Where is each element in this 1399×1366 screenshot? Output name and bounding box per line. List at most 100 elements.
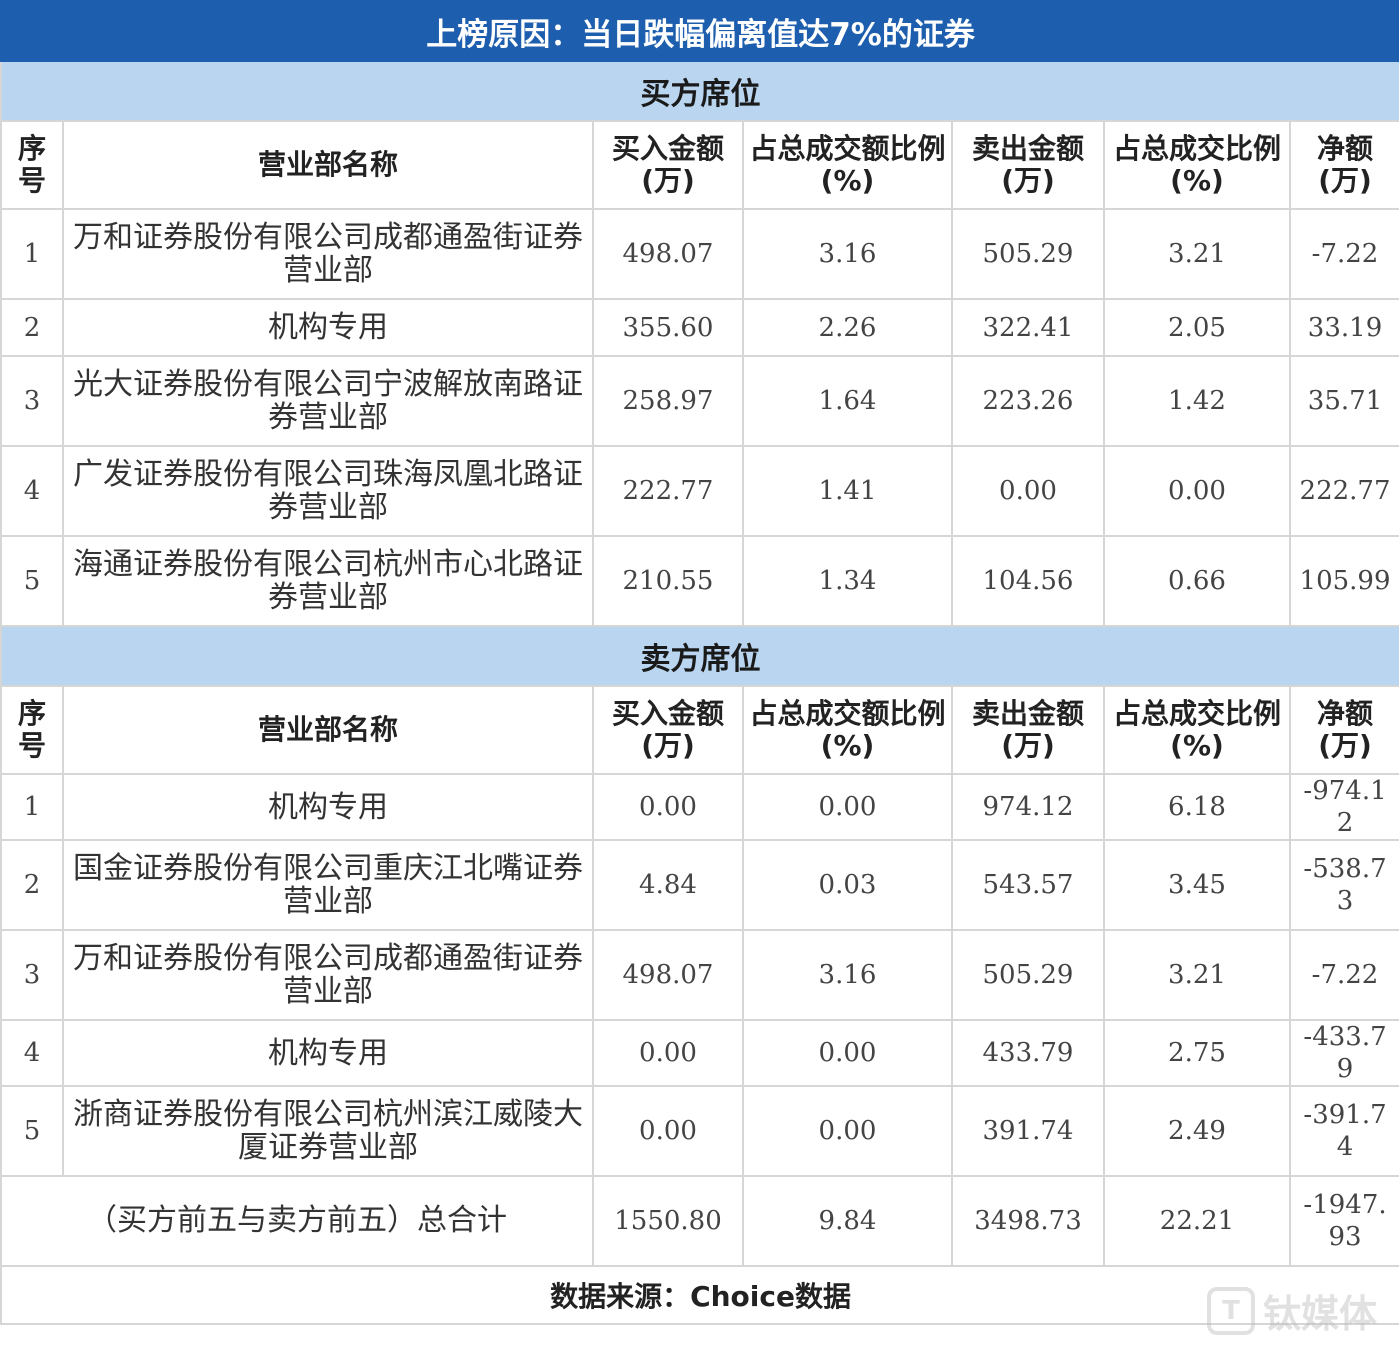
row-buy-pct: 1.41 <box>742 445 953 537</box>
row-buy-amount: 210.55 <box>592 535 744 627</box>
row-sell-pct: 1.42 <box>1103 355 1291 447</box>
row-branch-name: 机构专用 <box>62 1019 594 1087</box>
row-net-amount: -7.22 <box>1288 208 1399 300</box>
row-sell-pct: 0.66 <box>1103 535 1291 627</box>
row-buy-pct: 3.16 <box>742 208 953 300</box>
row-branch-name: 光大证券股份有限公司宁波解放南路证券营业部 <box>62 355 594 447</box>
row-net-amount: -974.12 <box>1288 773 1399 841</box>
row-seq: 2 <box>0 298 64 357</box>
col-sell-pct: 占总成交比例(%) <box>1103 120 1291 210</box>
col-buy-pct: 占总成交额比例(%) <box>742 120 953 210</box>
col-net: 净额(万) <box>1288 120 1399 210</box>
row-sell-pct: 3.45 <box>1103 839 1291 931</box>
row-branch-name: 国金证券股份有限公司重庆江北嘴证券营业部 <box>62 839 594 931</box>
row-net-amount: 35.71 <box>1288 355 1399 447</box>
row-buy-pct: 3.16 <box>742 929 953 1021</box>
buy-section-header: 买方席位 <box>0 60 1399 122</box>
row-buy-pct: 0.03 <box>742 839 953 931</box>
row-net-amount: 33.19 <box>1288 298 1399 357</box>
col-name: 营业部名称 <box>62 120 594 210</box>
row-seq: 5 <box>0 1085 64 1177</box>
lhb-table: 上榜原因：当日跌幅偏离值达7%的证券 买方席位 序号 营业部名称 买入金额(万)… <box>0 0 1399 1325</box>
row-buy-amount: 498.07 <box>592 929 744 1021</box>
col-buy: 买入金额(万) <box>592 685 744 775</box>
buy-table-row: 3 光大证券股份有限公司宁波解放南路证券营业部 258.97 1.64 223.26 1.… <box>0 355 1399 447</box>
source-row: 数据来源：Choice数据 <box>0 1265 1399 1325</box>
sell-table-row: 3 万和证券股份有限公司成都通盈街证券营业部 498.07 3.16 505.29 3.2… <box>0 929 1399 1021</box>
row-buy-pct: 0.00 <box>742 773 953 841</box>
row-branch-name: 万和证券股份有限公司成都通盈街证券营业部 <box>62 208 594 300</box>
row-buy-amount: 4.84 <box>592 839 744 931</box>
sell-table-row: 1 机构专用 0.00 0.00 974.12 6.18 -974.12 <box>0 773 1399 841</box>
row-sell-amount: 104.56 <box>951 535 1105 627</box>
row-branch-name: 机构专用 <box>62 773 594 841</box>
title-row: 上榜原因：当日跌幅偏离值达7%的证券 <box>0 0 1399 62</box>
row-net-amount: -391.74 <box>1288 1085 1399 1177</box>
buy-column-header-row: 序号 营业部名称 买入金额(万) 占总成交额比例(%) 卖出金额(万) 占总成交… <box>0 120 1399 210</box>
row-buy-pct: 1.34 <box>742 535 953 627</box>
row-sell-pct: 3.21 <box>1103 929 1291 1021</box>
row-sell-pct: 2.05 <box>1103 298 1291 357</box>
sell-table-row: 2 国金证券股份有限公司重庆江北嘴证券营业部 4.84 0.03 543.57 3.45-… <box>0 839 1399 931</box>
row-seq: 4 <box>0 445 64 537</box>
row-buy-pct: 1.64 <box>742 355 953 447</box>
row-net-amount: -538.73 <box>1288 839 1399 931</box>
row-seq: 3 <box>0 929 64 1021</box>
row-buy-amount: 0.00 <box>592 1085 744 1177</box>
col-sell-pct: 占总成交比例(%) <box>1103 685 1291 775</box>
row-buy-amount: 258.97 <box>592 355 744 447</box>
row-sell-amount: 433.79 <box>951 1019 1105 1087</box>
row-sell-pct: 3.21 <box>1103 208 1291 300</box>
row-seq: 2 <box>0 839 64 931</box>
buy-section-label: 买方席位 <box>0 60 1399 122</box>
buy-table-row: 4 广发证券股份有限公司珠海凤凰北路证券营业部 222.77 1.41 0.00 0.00… <box>0 445 1399 537</box>
row-sell-amount: 322.41 <box>951 298 1105 357</box>
sell-section-label: 卖方席位 <box>0 625 1399 687</box>
row-seq: 1 <box>0 773 64 841</box>
row-branch-name: 机构专用 <box>62 298 594 357</box>
row-seq: 1 <box>0 208 64 300</box>
total-sell-pct: 22.21 <box>1103 1175 1291 1267</box>
total-buy-pct: 9.84 <box>742 1175 953 1267</box>
col-sell: 卖出金额(万) <box>951 685 1105 775</box>
row-buy-pct: 0.00 <box>742 1019 953 1087</box>
row-sell-pct: 6.18 <box>1103 773 1291 841</box>
col-seq: 序号 <box>0 685 64 775</box>
row-buy-amount: 0.00 <box>592 1019 744 1087</box>
buy-table-row: 2 机构专用 355.60 2.26 322.41 2.05 33.19 <box>0 298 1399 357</box>
row-buy-amount: 498.07 <box>592 208 744 300</box>
row-buy-amount: 355.60 <box>592 298 744 357</box>
row-buy-pct: 0.00 <box>742 1085 953 1177</box>
col-name: 营业部名称 <box>62 685 594 775</box>
sell-table-row: 4 机构专用 0.00 0.00 433.79 2.75 -433.79 <box>0 1019 1399 1087</box>
row-branch-name: 广发证券股份有限公司珠海凤凰北路证券营业部 <box>62 445 594 537</box>
row-buy-amount: 0.00 <box>592 773 744 841</box>
row-branch-name: 万和证券股份有限公司成都通盈街证券营业部 <box>62 929 594 1021</box>
row-seq: 3 <box>0 355 64 447</box>
row-sell-amount: 0.00 <box>951 445 1105 537</box>
row-seq: 4 <box>0 1019 64 1087</box>
row-net-amount: -433.79 <box>1288 1019 1399 1087</box>
data-source-note: 数据来源：Choice数据 <box>0 1265 1399 1325</box>
total-buy-amount: 1550.80 <box>592 1175 744 1267</box>
total-sell-amount: 3498.73 <box>951 1175 1105 1267</box>
table-title: 上榜原因：当日跌幅偏离值达7%的证券 <box>0 0 1399 62</box>
col-net: 净额(万) <box>1288 685 1399 775</box>
total-net-amount: -1947.93 <box>1288 1175 1399 1267</box>
row-net-amount: 222.77 <box>1288 445 1399 537</box>
col-buy-pct: 占总成交额比例(%) <box>742 685 953 775</box>
row-sell-amount: 505.29 <box>951 208 1105 300</box>
buy-table-row: 5 海通证券股份有限公司杭州市心北路证券营业部 210.55 1.34 104.56 0.… <box>0 535 1399 627</box>
row-buy-amount: 222.77 <box>592 445 744 537</box>
row-sell-amount: 391.74 <box>951 1085 1105 1177</box>
row-sell-pct: 2.49 <box>1103 1085 1291 1177</box>
row-net-amount: 105.99 <box>1288 535 1399 627</box>
col-seq: 序号 <box>0 120 64 210</box>
row-sell-amount: 974.12 <box>951 773 1105 841</box>
row-sell-pct: 2.75 <box>1103 1019 1291 1087</box>
buy-table-row: 1 万和证券股份有限公司成都通盈街证券营业部 498.07 3.16 505.29 3.2… <box>0 208 1399 300</box>
sell-section-header: 卖方席位 <box>0 625 1399 687</box>
row-sell-amount: 543.57 <box>951 839 1105 931</box>
row-seq: 5 <box>0 535 64 627</box>
row-sell-pct: 0.00 <box>1103 445 1291 537</box>
